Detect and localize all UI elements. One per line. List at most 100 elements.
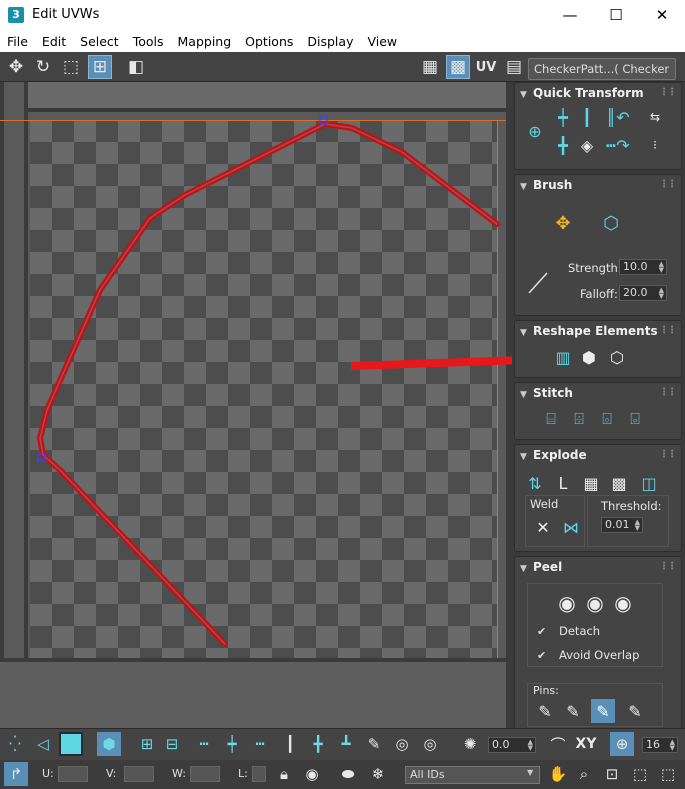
move-arrows-icon[interactable]: ⇆ [643,105,667,129]
align-vertical-icon[interactable]: ╋ [551,133,575,157]
detach-checkbox[interactable]: ✔ [537,625,546,638]
weld-target-icon[interactable]: ✕ [531,515,555,539]
bottom-toolbar: ⁛ ◁ ⬢ ⊞ ⊟ ┅ ┿ ┅ ┃ ╋ ┻ ✎ ◎ ◎ ✺ 0.0 ▲ ▼ ⌒ XY… [0,728,685,760]
zoom-icon[interactable]: ⌕ [572,762,596,786]
grid-value: 16 [646,738,660,751]
u-label: U: [42,767,54,780]
falloff-label: Falloff: [580,287,618,301]
rollout-stitch: ▼ Stitch ⋮⋮ ⌸ ⌹ ⌺ ⌻ [514,382,682,440]
grow-selection-icon[interactable]: ⊞ [135,732,159,756]
v-field[interactable] [124,766,154,782]
avoid-overlap-label: Avoid Overlap [559,648,640,662]
rollout-header[interactable]: ▼ Stitch ⋮⋮ [515,383,681,403]
angle-spinner[interactable]: 0.0 ▲ ▼ [488,737,536,753]
avoid-overlap-checkbox[interactable]: ✔ [537,649,546,662]
angle-value: 0.0 [492,738,510,751]
auto-pin-icon[interactable]: ✎ [591,699,615,723]
w-field[interactable] [190,766,220,782]
loop-icon[interactable]: ┅ [192,732,216,756]
ring-shrink-icon[interactable]: ┻ [334,732,358,756]
rollout-brush: ▼ Brush ⋮⋮ ✥ ⬡ Strength: 10.0 ▲ ▼ Falloff: 2… [514,174,682,316]
ring-icon[interactable]: ┃ [278,732,302,756]
grid-snap-icon[interactable]: ⊕ [610,732,634,756]
hide-icon[interactable]: ⬬ [336,762,360,786]
brush-line-icon[interactable] [525,269,553,297]
uv-edge-path [37,121,500,647]
polygon-mode-icon[interactable] [59,732,83,756]
pin-remove-icon[interactable]: ✎ [561,699,585,723]
brush-grab-icon[interactable]: ✥ [551,211,575,235]
straighten-selection-icon[interactable]: ▥ [551,345,575,369]
flatten-by-smoothing-icon[interactable]: ▩ [607,471,631,495]
diamond-grid-icon[interactable]: ◈ [575,133,599,157]
flatten-by-material-icon[interactable]: ◫ [637,471,661,495]
rollout-header[interactable]: ▼ Reshape Elements ⋮⋮ [515,321,681,341]
strength-spinner[interactable]: 10.0 ▲ ▼ [619,259,667,275]
break-icon[interactable]: ⇅ [523,471,547,495]
rollout-header[interactable]: ▼ Peel ⋮⋮ [515,557,681,577]
flatten-by-polygon-icon[interactable]: ▦ [579,471,603,495]
angle-snap-icon[interactable]: ✺ [458,732,482,756]
shrink-selection-icon[interactable]: ⊟ [160,732,184,756]
align-horizontal-icon[interactable]: ┿ [551,105,575,129]
detach-edge-icon[interactable]: ᒪ [551,471,575,495]
ring-grow-icon[interactable]: ╋ [306,732,330,756]
strength-label: Strength: [568,261,622,275]
pivot-icon[interactable]: ⁝ [643,133,667,157]
absolute-mode-icon[interactable]: ↱ [4,762,28,786]
rollout-header[interactable]: ▼ Explode ⋮⋮ [515,445,681,465]
rollout-reshape-elements: ▼ Reshape Elements ⋮⋮ ▥ ⬢ ⬡ [514,320,682,378]
stitch-target-icon[interactable]: ⌻ [623,407,647,431]
loop-shrink-icon[interactable]: ┅ [248,732,272,756]
align-center-icon[interactable]: ⊕ [523,119,547,143]
tool-panel: ▼ Quick Transform ⋮⋮ ⊕ ┿ ┃ ║ ↶ ╋ ◈ ┅ ↷ ⇆ ⁝… [512,82,685,728]
v-label: V: [106,767,117,780]
rollout-header[interactable]: ▼ Quick Transform ⋮⋮ [515,83,681,103]
zoom-extents-icon[interactable]: ⬚ [628,762,652,786]
pan-icon[interactable]: ✋ [546,762,570,786]
xy-toggle[interactable]: XY [574,732,598,756]
stitch-source-icon[interactable]: ⌹ [567,407,591,431]
grid-spinner[interactable]: 16 ▲ ▼ [642,737,678,753]
rollout-header[interactable]: ▼ Brush ⋮⋮ [515,175,681,195]
pin-select-icon[interactable]: ✎ [623,699,647,723]
space-vertical-icon[interactable]: ┃ [575,105,599,129]
zoom-region-icon[interactable]: ⊡ [600,762,624,786]
loop-grow-icon[interactable]: ┿ [220,732,244,756]
rotate-ccw-icon[interactable]: ↶ [611,105,635,129]
freeze-icon[interactable]: ❄ [366,762,390,786]
id-filter-select[interactable]: All IDs [405,766,540,784]
shrink-brush-icon[interactable]: ◎ [418,732,442,756]
falloff-spinner[interactable]: 20.0 ▲ ▼ [619,285,667,301]
reset-peel-icon[interactable]: ◉ [611,591,635,615]
rotate-cw-icon[interactable]: ↷ [611,133,635,157]
curve-icon[interactable]: ⌒ [546,732,570,756]
status-toolbar: ↱ U: V: W: L: 🔒︎ ◉ ⬬ ❄ ✋ ⌕ ⊡ ⬚ ⬚ [0,760,685,789]
l-checkbox[interactable] [252,766,266,782]
zoom-selected-icon[interactable]: ⬚ [656,762,680,786]
eye-icon[interactable]: ◉ [300,762,324,786]
stitch-average-icon[interactable]: ⌺ [595,407,619,431]
relax-icon[interactable]: ⬡ [605,345,629,369]
threshold-spinner[interactable]: 0.01 ▲ ▼ [601,517,643,533]
stitch-custom-icon[interactable]: ⌸ [539,407,563,431]
brush-relax-icon[interactable]: ⬡ [599,211,623,235]
peel-mode-icon[interactable]: ◉ [583,591,607,615]
element-mode-icon[interactable]: ⬢ [97,732,121,756]
paint-select-icon[interactable]: ✎ [362,732,386,756]
pins-label: Pins: [533,684,559,697]
lock-icon[interactable]: 🔒︎ [272,762,296,786]
quick-peel-icon[interactable]: ◉ [555,591,579,615]
relax-until-flat-icon[interactable]: ⬢ [577,345,601,369]
edge-mode-icon[interactable]: ◁ [31,732,55,756]
weld-selected-icon[interactable]: ⋈ [559,515,583,539]
weld-label: Weld [530,497,559,511]
annotation-arrow-shaft [350,356,523,370]
enlarge-brush-icon[interactable]: ◎ [390,732,414,756]
falloff-value: 20.0 [623,286,648,299]
u-field[interactable] [58,766,88,782]
chevron-down-icon: ▼ [527,768,534,777]
vertex-mode-icon[interactable]: ⁛ [3,732,27,756]
pin-add-icon[interactable]: ✎ [533,699,557,723]
rollout-quick-transform: ▼ Quick Transform ⋮⋮ ⊕ ┿ ┃ ║ ↶ ╋ ◈ ┅ ↷ ⇆ ⁝ [514,82,682,170]
